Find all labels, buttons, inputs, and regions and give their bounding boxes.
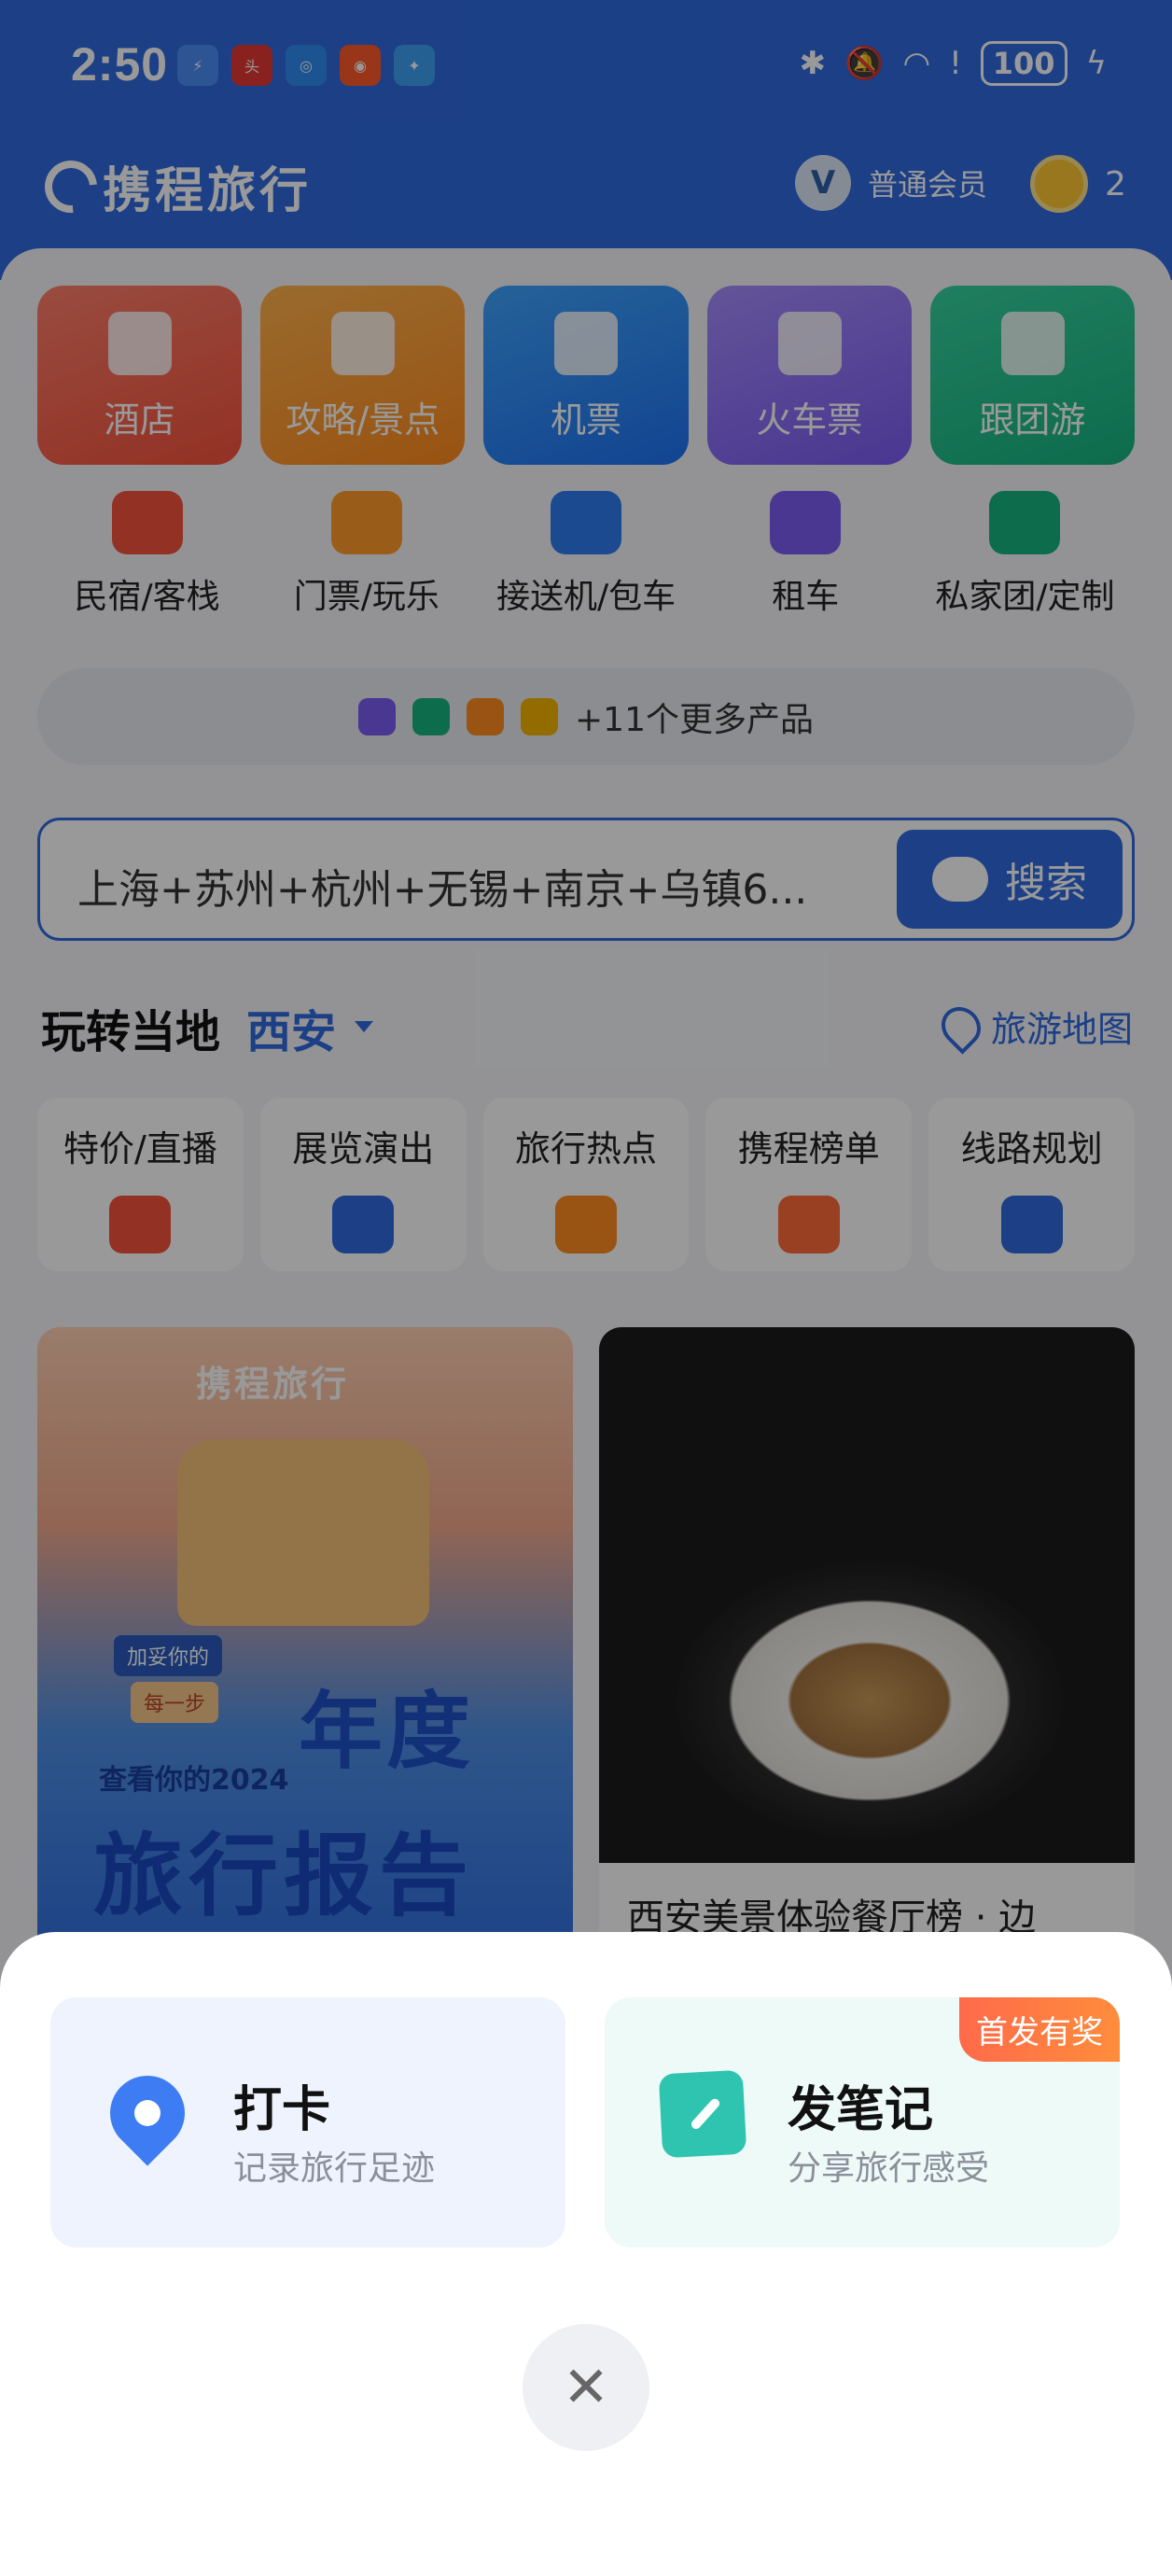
checkin-title: 打卡: [233, 2082, 331, 2138]
close-icon: ✕: [562, 2355, 610, 2420]
location-pin-icon: [94, 2060, 201, 2166]
post-action-sheet: 打卡 记录旅行足迹 发笔记 分享旅行感受 首发有奖 ✕: [0, 1932, 1172, 2576]
post-note-button[interactable]: 发笔记 分享旅行感受 首发有奖: [605, 1997, 1120, 2247]
pen-note-icon: [658, 2069, 747, 2165]
checkin-subtitle: 记录旅行足迹: [233, 2149, 436, 2188]
note-subtitle: 分享旅行感受: [788, 2149, 990, 2188]
close-button[interactable]: ✕: [523, 2324, 649, 2451]
checkin-button[interactable]: 打卡 记录旅行足迹: [50, 1997, 565, 2247]
note-title: 发笔记: [788, 2082, 934, 2138]
reward-badge: 首发有奖: [959, 1997, 1120, 2062]
